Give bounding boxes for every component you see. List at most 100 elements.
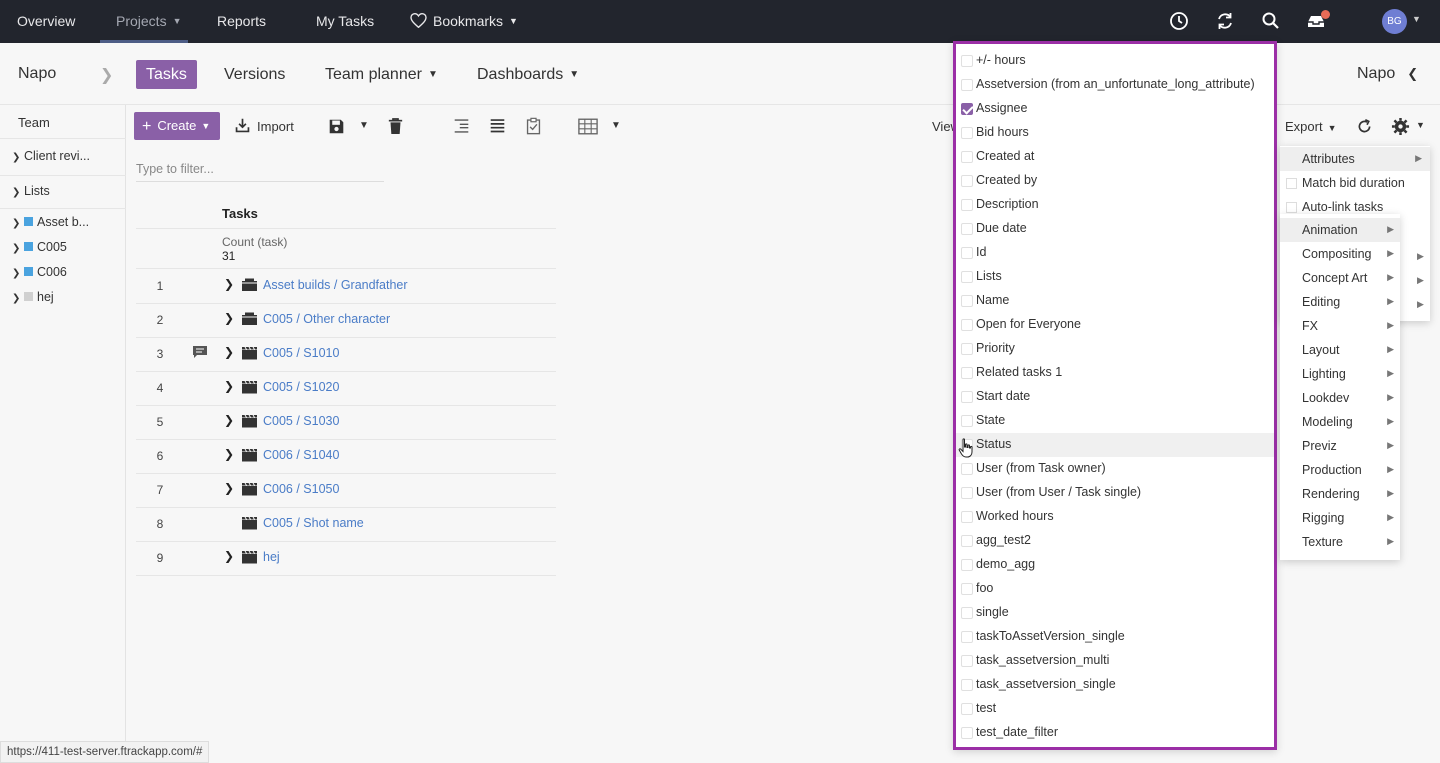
- checkbox[interactable]: [961, 79, 973, 91]
- column-option[interactable]: User (from User / Task single): [956, 481, 1274, 505]
- submenu-item[interactable]: FX ▶: [1280, 314, 1400, 338]
- nav-my-tasks[interactable]: My Tasks: [316, 0, 374, 42]
- column-option[interactable]: Description: [956, 193, 1274, 217]
- clock-icon[interactable]: [1169, 11, 1189, 31]
- tab-versions[interactable]: Versions: [224, 60, 285, 89]
- checkbox[interactable]: [961, 511, 973, 523]
- nav-projects[interactable]: Projects ▼: [116, 0, 182, 42]
- expand-chevron-icon[interactable]: ❯: [224, 277, 234, 291]
- trash-icon[interactable]: [388, 118, 403, 135]
- checkbox[interactable]: [961, 487, 973, 499]
- checkbox[interactable]: [961, 727, 973, 739]
- submenu-item[interactable]: Rigging ▶: [1280, 506, 1400, 530]
- checkbox[interactable]: [1286, 178, 1297, 189]
- checkbox[interactable]: [961, 247, 973, 259]
- create-button[interactable]: + Create ▼: [134, 112, 220, 140]
- column-option[interactable]: Lists: [956, 265, 1274, 289]
- chevron-down-icon[interactable]: ▼: [1412, 14, 1421, 24]
- checkbox[interactable]: [961, 271, 973, 283]
- table-row[interactable]: 5 ❯ C005 / S1030: [136, 405, 556, 439]
- checkbox[interactable]: [961, 607, 973, 619]
- note-icon[interactable]: [192, 345, 208, 359]
- column-option[interactable]: Assetversion (from an_unfortunate_long_a…: [956, 73, 1274, 97]
- sidebar-item-hej[interactable]: ❯ hej: [12, 290, 54, 304]
- refresh-icon[interactable]: [1356, 118, 1373, 135]
- table-row[interactable]: 1 ❯ Asset builds / Grandfather: [136, 269, 556, 303]
- checkbox[interactable]: [961, 415, 973, 427]
- submenu-item[interactable]: Lighting ▶: [1280, 362, 1400, 386]
- checkbox[interactable]: [961, 295, 973, 307]
- chevron-right-icon[interactable]: ❯: [100, 65, 113, 85]
- right-panel-project[interactable]: Napo ❮: [1357, 65, 1418, 83]
- tab-team-planner[interactable]: Team planner ▼: [325, 60, 438, 89]
- checkbox[interactable]: [961, 583, 973, 595]
- checkbox[interactable]: [961, 223, 973, 235]
- column-option[interactable]: Assignee: [956, 97, 1274, 121]
- tab-dashboards[interactable]: Dashboards ▼: [477, 60, 579, 89]
- nav-reports[interactable]: Reports: [217, 0, 266, 42]
- table-row[interactable]: 9 ❯ hej: [136, 541, 556, 575]
- checkbox[interactable]: [961, 199, 973, 211]
- column-option[interactable]: Worked hours: [956, 505, 1274, 529]
- column-option[interactable]: Open for Everyone: [956, 313, 1274, 337]
- column-option[interactable]: test: [956, 697, 1274, 721]
- sidebar-item-team[interactable]: Team: [18, 115, 50, 130]
- export-button[interactable]: Export ▼: [1285, 119, 1337, 134]
- save-icon[interactable]: [328, 118, 345, 135]
- task-link[interactable]: C006 / S1050: [263, 482, 339, 496]
- checkbox[interactable]: [961, 559, 973, 571]
- column-option[interactable]: Status: [956, 433, 1274, 457]
- column-option[interactable]: +/- hours: [956, 49, 1274, 73]
- checkbox[interactable]: [961, 703, 973, 715]
- task-link[interactable]: C005 / Other character: [263, 312, 390, 326]
- expand-chevron-icon[interactable]: ❯: [224, 549, 234, 563]
- table-row[interactable]: 4 ❯ C005 / S1020: [136, 371, 556, 405]
- table-row[interactable]: 7 ❯ C006 / S1050: [136, 473, 556, 507]
- checkbox[interactable]: [961, 463, 973, 475]
- indent-icon[interactable]: [453, 118, 470, 134]
- submenu-item[interactable]: Modeling ▶: [1280, 410, 1400, 434]
- submenu-item[interactable]: Production ▶: [1280, 458, 1400, 482]
- submenu-item[interactable]: Previz ▶: [1280, 434, 1400, 458]
- import-button[interactable]: Import: [234, 117, 294, 134]
- checkbox[interactable]: [961, 631, 973, 643]
- column-option[interactable]: single: [956, 601, 1274, 625]
- submenu-item[interactable]: Animation ▶: [1280, 218, 1400, 242]
- tab-tasks[interactable]: Tasks: [136, 60, 197, 89]
- menu-item-match-bid-duration[interactable]: Match bid duration: [1280, 171, 1430, 195]
- chevron-down-icon[interactable]: ▼: [611, 120, 621, 131]
- submenu-item[interactable]: Editing ▶: [1280, 290, 1400, 314]
- column-option[interactable]: Name: [956, 289, 1274, 313]
- column-option[interactable]: task_assetversion_multi: [956, 649, 1274, 673]
- column-option[interactable]: Priority: [956, 337, 1274, 361]
- checkbox[interactable]: [961, 679, 973, 691]
- expand-chevron-icon[interactable]: ❯: [224, 379, 234, 393]
- expand-chevron-icon[interactable]: ❯: [224, 311, 234, 325]
- task-link[interactable]: hej: [263, 550, 280, 564]
- submenu-item[interactable]: Texture ▶: [1280, 530, 1400, 554]
- clipboard-check-icon[interactable]: [525, 117, 542, 135]
- submenu-item[interactable]: Lookdev ▶: [1280, 386, 1400, 410]
- task-link[interactable]: C005 / Shot name: [263, 516, 364, 530]
- column-option[interactable]: Due date: [956, 217, 1274, 241]
- table-row[interactable]: 3 ❯ C005 / S1010: [136, 337, 556, 371]
- column-option[interactable]: task_assetversion_single: [956, 673, 1274, 697]
- task-link[interactable]: C005 / S1020: [263, 380, 339, 394]
- nav-bookmarks[interactable]: Bookmarks ▼: [410, 0, 518, 42]
- column-option[interactable]: Created by: [956, 169, 1274, 193]
- submenu-item[interactable]: Layout ▶: [1280, 338, 1400, 362]
- task-link[interactable]: C006 / S1040: [263, 448, 339, 462]
- chevron-down-icon[interactable]: ▼: [1416, 120, 1425, 130]
- expand-chevron-icon[interactable]: ❯: [224, 481, 234, 495]
- project-name[interactable]: Napo: [18, 65, 56, 83]
- column-option[interactable]: demo_agg: [956, 553, 1274, 577]
- checkbox[interactable]: [1286, 202, 1297, 213]
- task-link[interactable]: Asset builds / Grandfather: [263, 278, 408, 292]
- column-option[interactable]: State: [956, 409, 1274, 433]
- table-row[interactable]: 2 ❯ C005 / Other character: [136, 303, 556, 337]
- column-option[interactable]: agg_test2: [956, 529, 1274, 553]
- checkbox[interactable]: [961, 55, 973, 67]
- list-icon[interactable]: [489, 118, 506, 134]
- column-option[interactable]: Related tasks 1: [956, 361, 1274, 385]
- checkbox[interactable]: [961, 103, 973, 115]
